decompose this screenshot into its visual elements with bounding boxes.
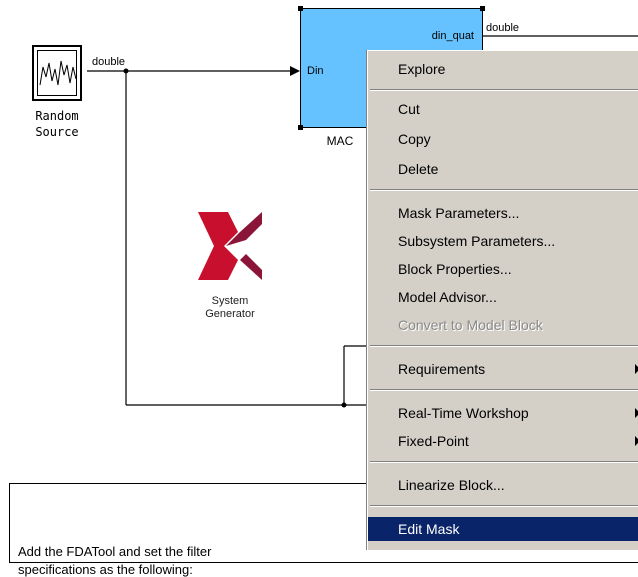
menu-item-label: Cut xyxy=(398,101,420,117)
menu-item-cut[interactable]: Cut xyxy=(368,97,638,121)
random-source-block[interactable] xyxy=(32,45,82,101)
menu-item-edit-mask[interactable]: Edit Mask xyxy=(368,517,638,541)
menu-item-label: Explore xyxy=(398,61,446,77)
random-waveform-icon xyxy=(39,60,77,86)
menu-item-fixed-point[interactable]: Fixed-Point xyxy=(368,429,638,453)
menu-separator xyxy=(370,89,638,91)
mac-output-signal-type: double xyxy=(486,22,520,34)
menu-item-linearize-block[interactable]: Linearize Block... xyxy=(368,473,638,497)
menu-item-subsystem-parameters[interactable]: Subsystem Parameters... xyxy=(368,229,638,253)
menu-separator xyxy=(370,461,638,463)
menu-item-label: Linearize Block... xyxy=(398,477,505,493)
menu-item-label: Mask Parameters... xyxy=(398,205,520,221)
annotation-line1: Add the FDATool and set the filter xyxy=(18,544,212,559)
menu-item-label: Requirements xyxy=(398,361,486,377)
menu-item-label: Delete xyxy=(398,161,439,177)
menu-item-convert-to-model-block: Convert to Model Block xyxy=(368,313,638,337)
system-generator-label: System Generator xyxy=(188,295,272,321)
system-generator-label-line2: Generator xyxy=(205,308,255,320)
menu-item-label: Model Advisor... xyxy=(398,289,497,305)
menu-item-mask-parameters[interactable]: Mask Parameters... xyxy=(368,201,638,225)
menu-item-copy[interactable]: Copy xyxy=(368,127,638,151)
selection-handle-top-left[interactable] xyxy=(298,6,303,11)
menu-item-label: Real-Time Workshop xyxy=(398,405,529,421)
annotation-line2: specifications as the following: xyxy=(18,562,193,577)
selection-handle-bottom-left[interactable] xyxy=(298,125,303,130)
menu-item-explore[interactable]: Explore xyxy=(368,57,638,81)
menu-item-label: Block Properties... xyxy=(398,261,512,277)
menu-item-requirements[interactable]: Requirements xyxy=(368,357,638,381)
selection-handle-top-right[interactable] xyxy=(480,6,485,11)
random-source-label-line1: Random xyxy=(35,109,79,123)
menu-item-real-time-workshop[interactable]: Real-Time Workshop xyxy=(368,401,638,425)
mac-input-port-label: Din xyxy=(307,65,324,77)
mac-output-port-label: din_quat xyxy=(431,30,474,42)
menu-item-label: Fixed-Point xyxy=(398,433,469,449)
mac-block-label: MAC xyxy=(326,134,354,148)
menu-item-label: Subsystem Parameters... xyxy=(398,233,556,249)
menu-separator xyxy=(370,189,638,191)
menu-separator xyxy=(370,505,638,507)
xilinx-logo-icon[interactable] xyxy=(190,210,270,282)
random-source-signal-type: double xyxy=(92,56,126,68)
menu-item-label: Edit Mask xyxy=(398,521,460,537)
random-source-label-line2: Source xyxy=(35,125,79,139)
menu-item-block-properties[interactable]: Block Properties... xyxy=(368,257,638,281)
system-generator-label-line1: System xyxy=(211,295,249,307)
menu-item-label: Convert to Model Block xyxy=(398,317,543,333)
menu-separator xyxy=(370,389,638,391)
context-menu: Explore Cut Copy Delete Mask Parameters.… xyxy=(367,50,638,550)
random-source-label: Random Source xyxy=(18,108,96,140)
menu-item-label: Copy xyxy=(398,131,431,147)
menu-item-delete[interactable]: Delete xyxy=(368,157,638,181)
menu-separator xyxy=(370,345,638,347)
menu-item-model-advisor[interactable]: Model Advisor... xyxy=(368,285,638,309)
